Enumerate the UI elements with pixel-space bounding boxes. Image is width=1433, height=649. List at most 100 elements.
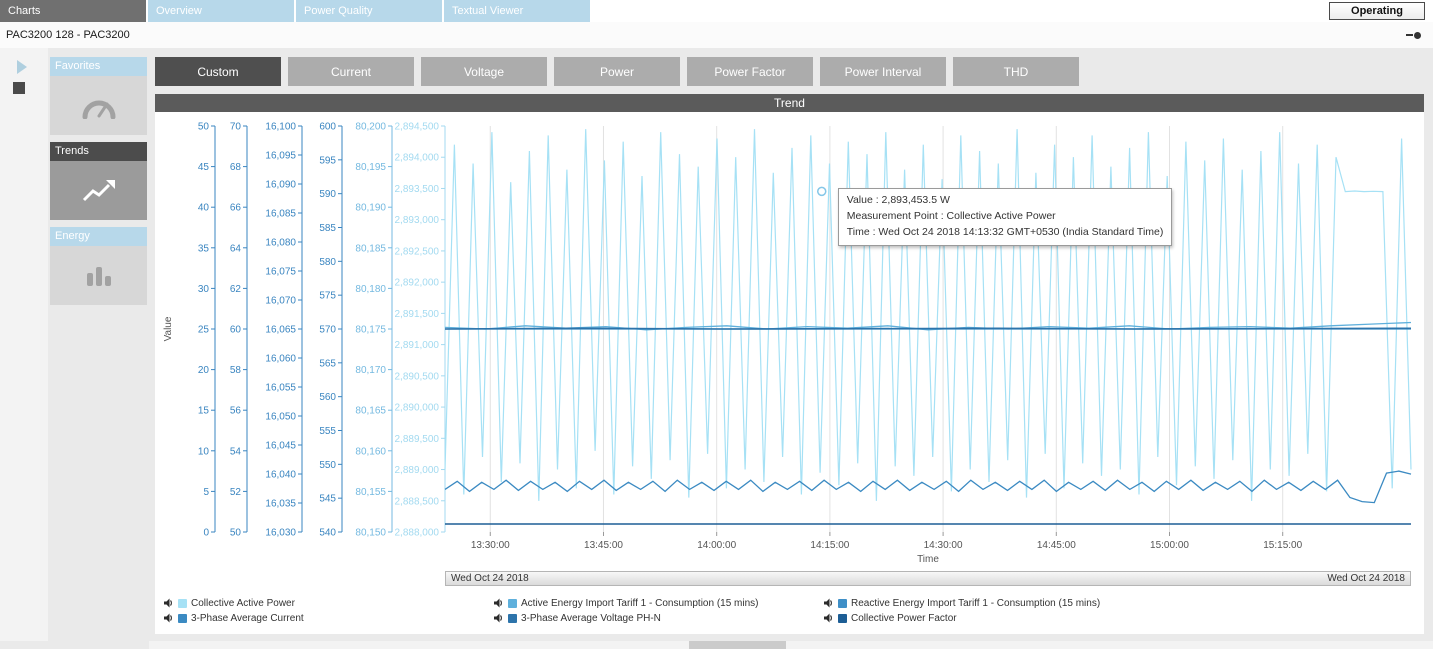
trend-chart-svg[interactable]: 13:30:0013:45:0014:00:0014:15:0014:30:00… <box>155 112 1423 570</box>
svg-text:62: 62 <box>230 284 242 295</box>
legend-item-active-energy-import-tariff-1-consumption-15-mins[interactable]: Active Energy Import Tariff 1 - Consumpt… <box>493 596 823 610</box>
svg-text:2,894,000: 2,894,000 <box>395 153 440 164</box>
sidebar-section-favorites[interactable]: Favorites <box>50 57 147 76</box>
svg-text:14:15:00: 14:15:00 <box>810 540 849 551</box>
tab-overview[interactable]: Overview <box>148 0 294 22</box>
stop-square-icon[interactable] <box>13 82 25 94</box>
svg-text:2,891,000: 2,891,000 <box>395 340 440 351</box>
svg-text:16,085: 16,085 <box>265 209 296 220</box>
svg-text:80,170: 80,170 <box>355 365 386 376</box>
chart-type-button-thd[interactable]: THD <box>953 57 1079 86</box>
svg-text:575: 575 <box>319 291 336 302</box>
legend-swatch <box>508 614 517 623</box>
measurement-icon <box>163 598 174 608</box>
svg-text:68: 68 <box>230 162 242 173</box>
series-collective-active-power <box>445 129 1411 501</box>
svg-text:555: 555 <box>319 426 336 437</box>
svg-text:2,889,500: 2,889,500 <box>395 434 440 445</box>
breadcrumb: PAC3200 128 - PAC3200 <box>6 29 130 41</box>
svg-text:2,892,500: 2,892,500 <box>395 246 440 257</box>
legend-item-collective-active-power[interactable]: Collective Active Power <box>163 596 493 610</box>
svg-text:80,190: 80,190 <box>355 203 386 214</box>
svg-text:16,050: 16,050 <box>265 412 296 423</box>
date-range-start: Wed Oct 24 2018 <box>451 573 529 584</box>
measurement-icon <box>493 613 504 623</box>
svg-text:2,890,000: 2,890,000 <box>395 403 440 414</box>
tab-power-quality[interactable]: Power Quality <box>296 0 442 22</box>
svg-text:52: 52 <box>230 487 242 498</box>
svg-text:16,080: 16,080 <box>265 238 296 249</box>
svg-text:565: 565 <box>319 358 336 369</box>
svg-text:45: 45 <box>198 162 210 173</box>
legend-item-3-phase-average-current[interactable]: 3-Phase Average Current <box>163 611 493 625</box>
svg-text:16,040: 16,040 <box>265 470 296 481</box>
svg-text:58: 58 <box>230 365 242 376</box>
svg-text:550: 550 <box>319 460 336 471</box>
svg-text:35: 35 <box>198 243 210 254</box>
legend-item-3-phase-average-voltage-ph-n[interactable]: 3-Phase Average Voltage PH-N <box>493 611 823 625</box>
chart-type-button-power-factor[interactable]: Power Factor <box>687 57 813 86</box>
svg-text:16,070: 16,070 <box>265 296 296 307</box>
svg-text:560: 560 <box>319 392 336 403</box>
tab-textual-viewer[interactable]: Textual Viewer <box>444 0 590 22</box>
pin-icon[interactable] <box>1406 32 1421 39</box>
expand-arrow-icon[interactable] <box>17 60 27 74</box>
measurement-icon <box>163 613 174 623</box>
svg-text:16,065: 16,065 <box>265 325 296 336</box>
svg-text:2,888,000: 2,888,000 <box>395 528 440 539</box>
legend-swatch <box>178 599 187 608</box>
measurement-icon <box>493 598 504 608</box>
svg-text:585: 585 <box>319 223 336 234</box>
legend-swatch <box>838 599 847 608</box>
horizontal-scrollbar[interactable] <box>149 641 1433 649</box>
chart-type-button-current[interactable]: Current <box>288 57 414 86</box>
breadcrumb-bar: PAC3200 128 - PAC3200 <box>0 22 1433 48</box>
legend-swatch <box>508 599 517 608</box>
top-tab-bar: ChartsOverviewPower QualityTextual Viewe… <box>0 0 1433 22</box>
legend-label: Active Energy Import Tariff 1 - Consumpt… <box>521 598 759 609</box>
legend-label: Collective Active Power <box>191 598 295 609</box>
sidebar-section-trends[interactable]: Trends <box>50 142 147 161</box>
svg-text:595: 595 <box>319 155 336 166</box>
legend-item-reactive-energy-import-tariff-1-consumption-15-mins[interactable]: Reactive Energy Import Tariff 1 - Consum… <box>823 596 1100 610</box>
chart-type-button-voltage[interactable]: Voltage <box>421 57 547 86</box>
svg-text:10: 10 <box>198 446 210 457</box>
energy-bars-icon[interactable] <box>50 246 147 305</box>
gauge-icon[interactable] <box>50 76 147 135</box>
chart-type-button-power-interval[interactable]: Power Interval <box>820 57 946 86</box>
svg-text:15:00:00: 15:00:00 <box>1150 540 1189 551</box>
trend-icon[interactable] <box>50 161 147 220</box>
legend-label: 3-Phase Average Current <box>191 613 304 624</box>
svg-text:15: 15 <box>198 406 210 417</box>
legend-label: Collective Power Factor <box>851 613 957 624</box>
svg-text:2,888,500: 2,888,500 <box>395 496 440 507</box>
svg-text:80,200: 80,200 <box>355 122 386 133</box>
tab-charts[interactable]: Charts <box>0 0 146 22</box>
svg-text:54: 54 <box>230 446 242 457</box>
svg-text:16,035: 16,035 <box>265 499 296 510</box>
legend-label: Reactive Energy Import Tariff 1 - Consum… <box>851 598 1100 609</box>
tooltip-measurement-point: Measurement Point : Collective Active Po… <box>847 209 1164 225</box>
series-3-phase-average-voltage-ph-n <box>445 328 1411 329</box>
svg-text:80,155: 80,155 <box>355 487 386 498</box>
svg-text:14:30:00: 14:30:00 <box>924 540 963 551</box>
legend-item-collective-power-factor[interactable]: Collective Power Factor <box>823 611 1100 625</box>
svg-text:570: 570 <box>319 325 336 336</box>
legend: Collective Active Power Active Energy Imp… <box>163 596 1100 625</box>
date-range-bar[interactable]: Wed Oct 24 2018 Wed Oct 24 2018 <box>445 571 1411 586</box>
chart-type-button-power[interactable]: Power <box>554 57 680 86</box>
svg-text:Value: Value <box>163 316 174 341</box>
chart-type-buttons: CustomCurrentVoltagePowerPower FactorPow… <box>155 57 1079 86</box>
svg-text:64: 64 <box>230 243 242 254</box>
svg-text:80,175: 80,175 <box>355 325 386 336</box>
svg-text:40: 40 <box>198 203 210 214</box>
chart-type-button-custom[interactable]: Custom <box>155 57 281 86</box>
chart-body: 13:30:0013:45:0014:00:0014:15:0014:30:00… <box>155 112 1424 634</box>
svg-text:16,095: 16,095 <box>265 151 296 162</box>
top-tabs: ChartsOverviewPower QualityTextual Viewe… <box>0 0 592 22</box>
svg-text:2,892,000: 2,892,000 <box>395 278 440 289</box>
sidebar-section-energy[interactable]: Energy <box>50 227 147 246</box>
scrollbar-thumb[interactable] <box>689 641 786 649</box>
svg-text:2,891,500: 2,891,500 <box>395 309 440 320</box>
operating-button[interactable]: Operating <box>1329 2 1425 20</box>
